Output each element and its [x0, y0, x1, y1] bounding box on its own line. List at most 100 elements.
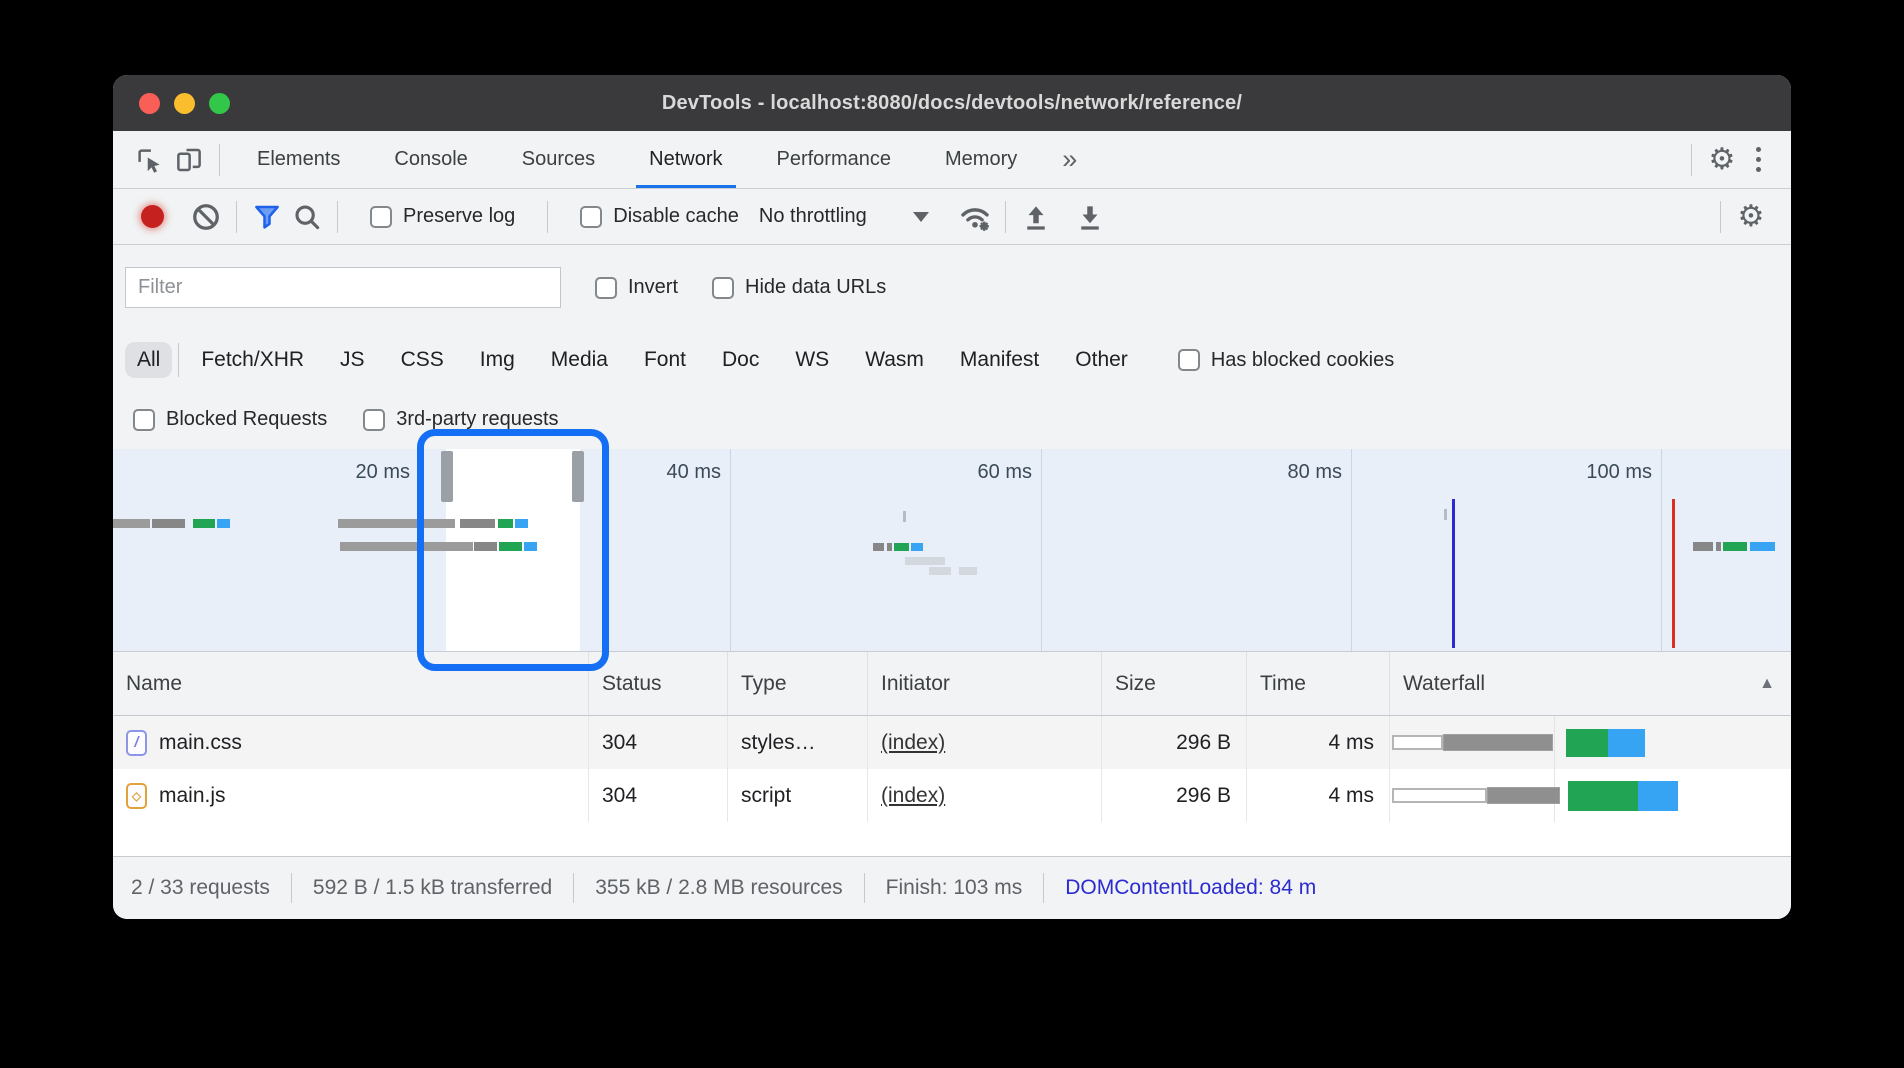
overview-micro-tick — [903, 511, 906, 522]
cell-size: 296 B — [1102, 716, 1247, 769]
table-row-main-css[interactable]: / main.css 304 styles… (index) 296 B 4 m… — [113, 716, 1791, 769]
type-filter-all[interactable]: All — [125, 342, 172, 378]
waterfall-waiting-bar — [1392, 735, 1443, 750]
has-blocked-cookies-checkbox[interactable] — [1178, 349, 1200, 371]
upload-icon — [1021, 202, 1051, 232]
tab-elements[interactable]: Elements — [230, 131, 367, 188]
column-header-size[interactable]: Size — [1102, 652, 1247, 715]
filter-input[interactable] — [125, 267, 561, 308]
waterfall-stalled-bar — [1487, 787, 1560, 804]
type-filter-css[interactable]: CSS — [389, 342, 456, 378]
waterfall-divider — [1554, 716, 1555, 769]
blocked-requests-label: Blocked Requests — [166, 408, 327, 431]
hide-data-urls-checkbox[interactable] — [712, 277, 734, 299]
clear-network-log-button[interactable] — [186, 197, 226, 237]
resources-size: 355 kB / 2.8 MB resources — [595, 876, 842, 900]
preserve-log-checkbox[interactable] — [370, 206, 392, 228]
type-filter-font[interactable]: Font — [632, 342, 698, 378]
tick-label-80ms: 80 ms — [1288, 461, 1351, 484]
column-header-time[interactable]: Time — [1247, 652, 1390, 715]
gridline-60ms — [1041, 449, 1042, 651]
throttling-select-value[interactable]: No throttling — [759, 205, 867, 228]
overview-request-bar — [959, 567, 977, 575]
tabbar-right-controls: ⚙ — [1681, 140, 1775, 180]
separator — [291, 873, 292, 903]
overview-request-bar — [193, 519, 215, 528]
table-row-main-js[interactable]: ◇ main.js 304 script (index) 296 B 4 ms — [113, 769, 1791, 822]
tab-sources[interactable]: Sources — [495, 131, 622, 188]
type-filter-doc[interactable]: Doc — [710, 342, 771, 378]
toggle-device-toolbar-button[interactable] — [169, 140, 209, 180]
tab-memory[interactable]: Memory — [918, 131, 1044, 188]
more-tabs-button[interactable]: » — [1044, 144, 1095, 175]
domcontentloaded-time: DOMContentLoaded: 84 m — [1065, 876, 1316, 900]
preserve-log-control: Preserve log — [370, 205, 515, 228]
inspect-element-button[interactable] — [129, 140, 169, 180]
cell-name: ◇ main.js — [113, 769, 589, 822]
type-filter-wasm[interactable]: Wasm — [853, 342, 936, 378]
gear-icon: ⚙ — [1738, 202, 1765, 232]
status-bar: 2 / 33 requests 592 B / 1.5 kB transferr… — [113, 856, 1791, 919]
separator — [1691, 144, 1692, 176]
tab-console[interactable]: Console — [367, 131, 494, 188]
minimize-window-button[interactable] — [174, 93, 195, 114]
sort-ascending-icon[interactable]: ▲ — [1759, 675, 1775, 693]
initiator-link[interactable]: (index) — [881, 784, 945, 808]
invert-label: Invert — [628, 276, 678, 299]
chevron-down-icon[interactable] — [913, 212, 929, 222]
import-har-button[interactable] — [1016, 197, 1056, 237]
search-button[interactable] — [287, 197, 327, 237]
js-file-icon: ◇ — [126, 783, 147, 809]
blocked-requests-checkbox[interactable] — [133, 409, 155, 431]
tab-performance[interactable]: Performance — [750, 131, 919, 188]
type-filter-media[interactable]: Media — [539, 342, 620, 378]
network-settings-button[interactable]: ⚙ — [1731, 197, 1771, 237]
window-title: DevTools - localhost:8080/docs/devtools/… — [662, 92, 1242, 115]
record-network-log-button[interactable] — [141, 205, 164, 228]
overview-request-bar — [217, 519, 230, 528]
filter-toggle-button[interactable] — [247, 197, 287, 237]
initiator-link[interactable]: (index) — [881, 731, 945, 755]
network-overview-timeline[interactable]: 20 ms 40 ms 60 ms 80 ms 100 ms — [113, 449, 1791, 652]
type-filter-img[interactable]: Img — [468, 342, 527, 378]
selection-highlight-box[interactable] — [417, 429, 609, 671]
customize-devtools-button[interactable] — [1742, 147, 1775, 172]
type-filter-js[interactable]: JS — [328, 342, 377, 378]
invert-control: Invert — [595, 276, 678, 299]
type-filter-manifest[interactable]: Manifest — [948, 342, 1051, 378]
cell-type: script — [728, 769, 868, 822]
separator — [337, 201, 338, 233]
disable-cache-checkbox[interactable] — [580, 206, 602, 228]
gridline-40ms — [730, 449, 731, 651]
type-filter-other[interactable]: Other — [1063, 342, 1140, 378]
column-header-status[interactable]: Status — [589, 652, 728, 715]
active-tab-underline — [636, 185, 735, 188]
type-filter-ws[interactable]: WS — [783, 342, 841, 378]
load-event-line — [1672, 499, 1675, 648]
has-blocked-cookies-control: Has blocked cookies — [1178, 349, 1394, 372]
tick-label-60ms: 60 ms — [978, 461, 1041, 484]
separator — [864, 873, 865, 903]
zoom-window-button[interactable] — [209, 93, 230, 114]
export-har-button[interactable] — [1070, 197, 1110, 237]
third-party-requests-checkbox[interactable] — [363, 409, 385, 431]
close-window-button[interactable] — [139, 93, 160, 114]
overview-request-bar — [1750, 542, 1775, 551]
column-header-initiator[interactable]: Initiator — [868, 652, 1102, 715]
domcontentloaded-event-line — [1452, 499, 1455, 648]
clear-icon — [191, 202, 221, 232]
overview-request-bar — [887, 543, 892, 551]
tab-network[interactable]: Network — [622, 131, 749, 188]
third-party-requests-control: 3rd-party requests — [363, 408, 558, 431]
waterfall-waiting-bar — [1392, 788, 1487, 803]
network-conditions-button[interactable] — [955, 197, 995, 237]
column-header-waterfall[interactable]: Waterfall ▲ — [1390, 652, 1791, 715]
cell-initiator: (index) — [868, 716, 1102, 769]
cell-time: 4 ms — [1247, 716, 1390, 769]
column-header-type[interactable]: Type — [728, 652, 868, 715]
settings-button[interactable]: ⚙ — [1702, 140, 1742, 180]
extra-filters-row: Blocked Requests 3rd-party requests — [113, 390, 1791, 449]
overview-request-bar — [929, 567, 951, 575]
type-filter-fetch-xhr[interactable]: Fetch/XHR — [189, 342, 316, 378]
invert-checkbox[interactable] — [595, 277, 617, 299]
